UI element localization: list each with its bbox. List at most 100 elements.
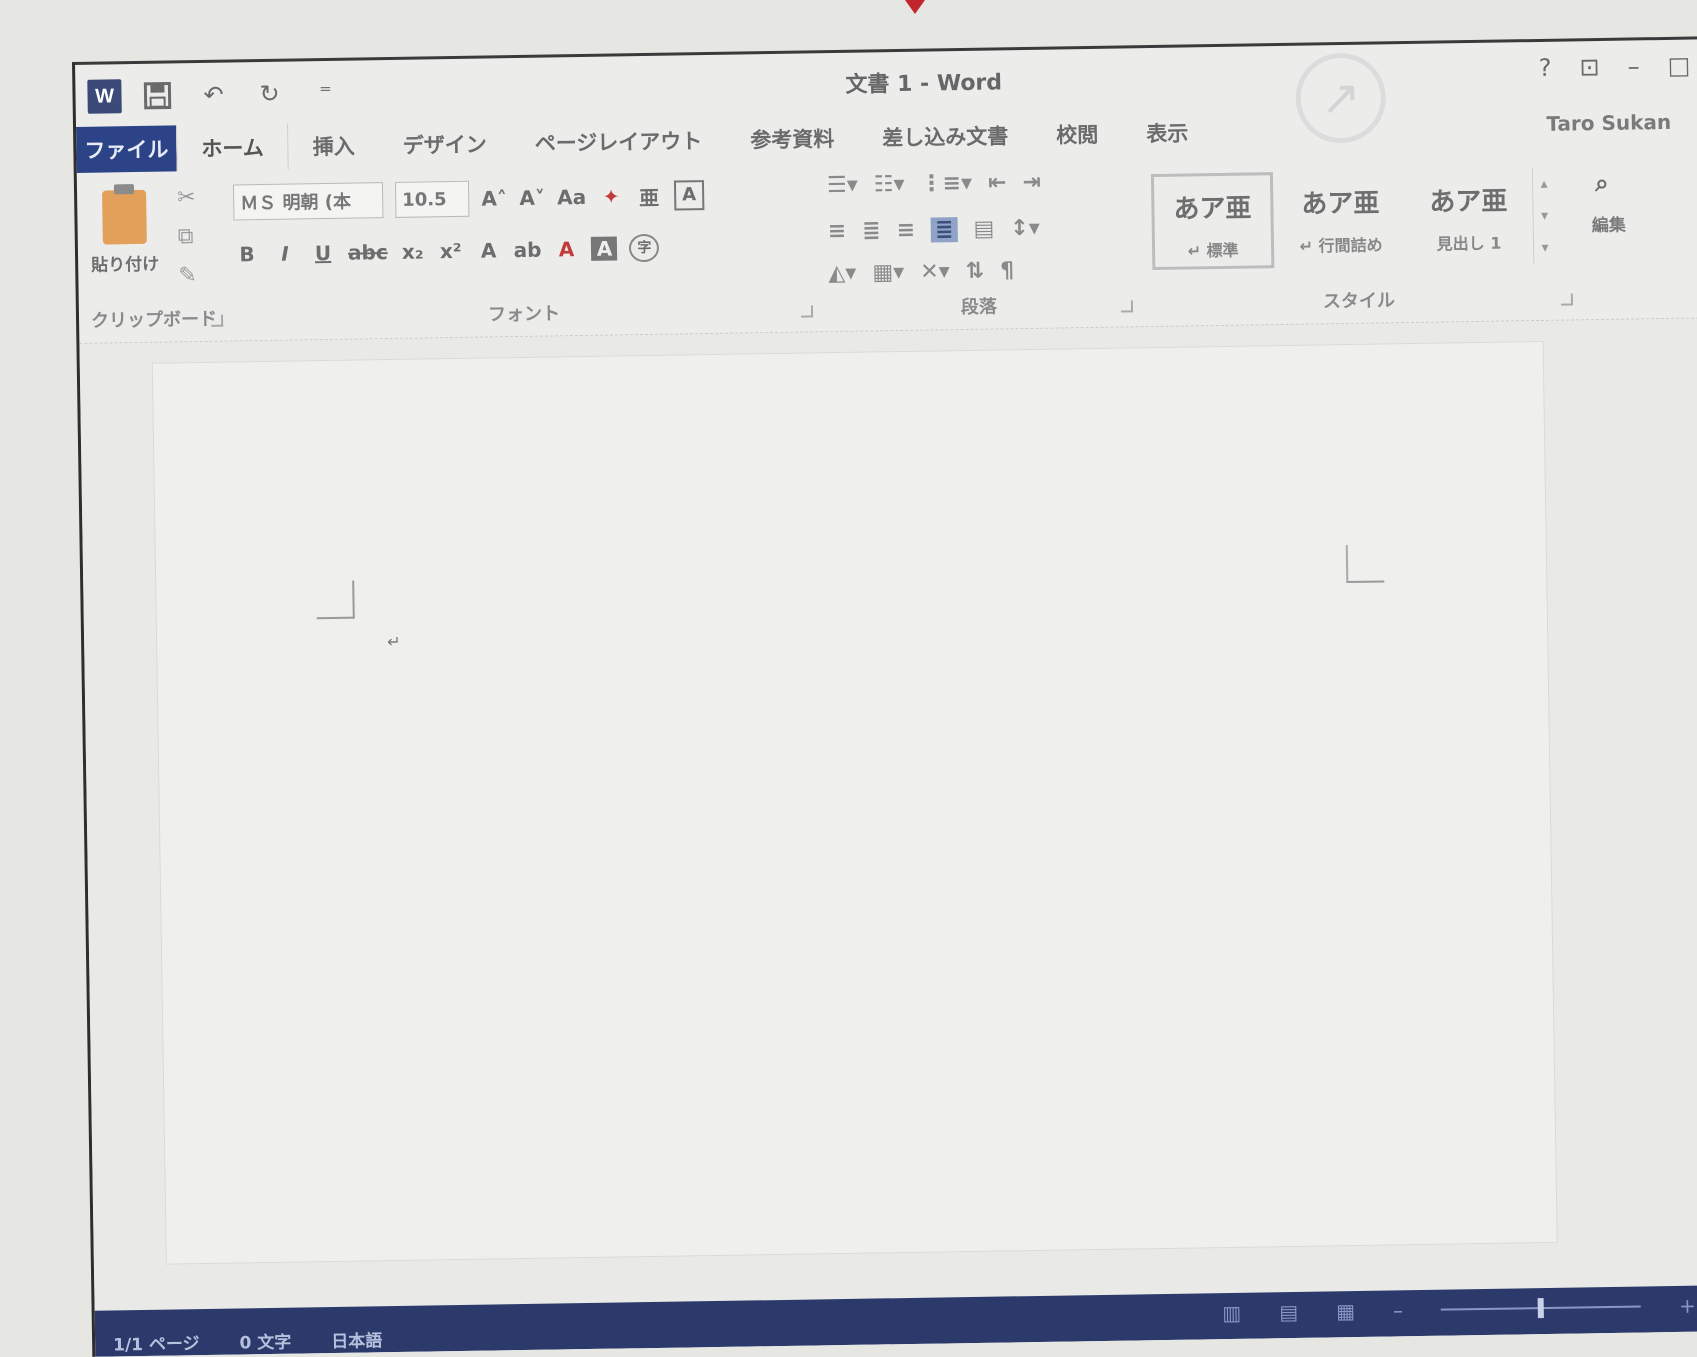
zoom-slider[interactable] [1440,1298,1641,1319]
chevron-up-icon[interactable]: ▴ [1540,176,1547,192]
tab-references[interactable]: 参考資料 [726,115,859,163]
document-title: 文書 1 - Word [845,70,1003,98]
grow-font-button[interactable]: A˄ [481,186,507,210]
find-icon[interactable]: ⌕ [1595,169,1609,197]
distributed-icon[interactable]: ▤ [973,217,994,242]
editing-group: ⌕ 編集 [1577,148,1660,319]
page-count[interactable]: 1/1 ページ [113,1329,200,1355]
gallery-more-icon[interactable]: ▾ [1541,240,1548,256]
underline-button[interactable]: U [310,241,336,265]
tab-file[interactable]: ファイル [76,125,177,173]
superscript-button[interactable]: x² [438,239,464,263]
style-normal-name: ↵ 標準 [1187,240,1239,261]
borders-icon[interactable]: ▦▾ [872,260,904,285]
styles-launcher-icon[interactable] [1560,293,1574,306]
tab-mailings[interactable]: 差し込み文書 [858,112,1033,161]
sort-icon[interactable]: ⇅ [966,259,985,284]
tab-home[interactable]: ホーム [176,123,290,172]
change-case-button[interactable]: Aa [557,185,586,209]
editing-label[interactable]: 編集 [1592,211,1626,237]
subscript-button[interactable]: x₂ [400,239,426,264]
shading-icon[interactable]: ◭▾ [828,261,856,286]
multilevel-list-icon[interactable]: ⋮≡▾ [920,171,972,197]
align-right-icon[interactable]: ≡ [896,218,915,243]
font-name-combobox[interactable]: ＭＳ 明朝 (本 [232,182,384,221]
clipboard-group-label: クリップボード [90,308,218,332]
line-spacing-icon[interactable]: ↕▾ [1010,216,1040,241]
font-group: ＭＳ 明朝 (本 10.5 A˄ A˅ Aa ✦ 亜 A B I U abc x… [227,161,820,340]
character-border-button[interactable]: A [673,180,705,211]
styles-gallery-scroll[interactable]: ▴ ▾ ▾ [1531,167,1557,265]
phonetic-guide-button[interactable]: 亜 [636,181,662,210]
print-layout-icon[interactable]: ▤ [1279,1300,1298,1324]
word-window: W ↶ ↻ ⁼ ↗ 文書 1 - Word ? ⊡ – □ ファイル ホーム 挿… [72,36,1697,1357]
cut-icon[interactable]: ✂ [177,185,196,210]
character-shading-button[interactable]: A [591,236,618,261]
tab-review[interactable]: 校閲 [1032,111,1123,158]
font-launcher-icon[interactable] [800,305,814,318]
increase-indent-icon[interactable]: ⇥ [1022,170,1041,195]
style-no-spacing[interactable]: あア亜 ↵ 行間詰め [1279,170,1402,268]
zoom-in-icon[interactable]: + [1679,1294,1696,1318]
save-icon[interactable] [137,77,178,114]
help-button[interactable]: ? [1539,54,1552,82]
document-page[interactable]: ↵ [151,340,1558,1265]
paragraph-group: ☰▾ ☷▾ ⋮≡▾ ⇤ ⇥ ≡ ≣ ≡ ≣ ▤ ↕▾ ◭▾ ▦▾ ✕▾ ⇅ ¶ [817,156,1140,331]
zoom-slider-thumb[interactable] [1537,1298,1545,1319]
maximize-button[interactable]: □ [1667,52,1690,80]
window-controls: ? ⊡ – □ [1539,52,1691,82]
status-right: ▥ ▤ ▦ – + [1222,1294,1696,1325]
minimize-button[interactable]: – [1627,52,1639,80]
decrease-indent-icon[interactable]: ⇤ [988,170,1007,195]
redo-icon[interactable]: ↻ [249,76,290,113]
word-app-icon[interactable]: W [87,79,122,114]
tab-insert[interactable]: 挿入 [288,122,379,169]
signed-in-user[interactable]: Taro Sukan [1546,110,1671,136]
chevron-down-icon[interactable]: ▾ [1541,208,1548,224]
style-normal[interactable]: あア亜 ↵ 標準 [1150,172,1275,271]
document-canvas[interactable]: ↵ [79,318,1697,1311]
web-layout-icon[interactable]: ▦ [1336,1299,1355,1323]
clipboard-launcher-icon[interactable] [210,314,224,327]
zoom-out-icon[interactable]: – [1393,1298,1403,1322]
ribbon-display-options-button[interactable]: ⊡ [1579,53,1600,81]
enclose-characters-button[interactable]: 字 [629,233,660,263]
style-no-spacing-name: ↵ 行間詰め [1299,235,1383,256]
style-normal-sample: あア亜 [1173,193,1252,225]
tab-page-layout[interactable]: ページレイアウト [510,117,726,166]
extended-format-icon[interactable]: ✕▾ [920,259,950,284]
paragraph-launcher-icon[interactable] [1120,300,1134,313]
numbering-icon[interactable]: ☷▾ [874,172,905,197]
show-marks-icon[interactable]: ¶ [1000,258,1014,283]
paste-label: 貼り付け [91,254,160,276]
format-painter-icon[interactable]: ✎ [178,263,197,288]
bold-button[interactable]: B [234,242,260,266]
tab-view[interactable]: 表示 [1122,109,1213,156]
clipboard-group: 貼り付け ✂ ⧉ ✎ クリップボード [77,171,230,343]
font-size-combobox[interactable]: 10.5 [394,180,470,218]
justify-icon[interactable]: ≣ [930,217,958,243]
tab-design[interactable]: デザイン [378,120,511,168]
strikethrough-button[interactable]: abc [348,240,388,265]
align-left-icon[interactable]: ≡ [828,219,847,244]
font-color-button[interactable]: A [553,237,579,261]
customize-qat-icon[interactable]: ⁼ [305,75,346,112]
word-count[interactable]: 0 文字 [239,1328,291,1354]
align-center-icon[interactable]: ≣ [862,218,881,243]
highlight-button[interactable]: ab [513,238,541,262]
text-effects-button[interactable]: A [475,238,501,262]
quick-access-toolbar: W ↶ ↻ ⁼ [87,75,346,115]
clear-formatting-icon[interactable]: ✦ [598,184,624,208]
paste-button[interactable]: 貼り付け [89,189,160,276]
copy-icon[interactable]: ⧉ [178,224,197,249]
shrink-font-button[interactable]: A˅ [519,186,545,210]
font-group-label: フォント [487,303,561,326]
undo-icon[interactable]: ↶ [193,76,234,113]
bullets-icon[interactable]: ☰▾ [827,173,858,198]
status-left: 1/1 ページ 0 文字 日本語 [113,1326,382,1355]
italic-button[interactable]: I [272,241,298,266]
font-row-2: B I U abc x₂ x² A ab A A 字 [234,233,660,269]
style-heading-1[interactable]: あア亜 見出し 1 [1407,168,1530,266]
read-mode-icon[interactable]: ▥ [1222,1301,1241,1325]
language-indicator[interactable]: 日本語 [331,1326,382,1352]
